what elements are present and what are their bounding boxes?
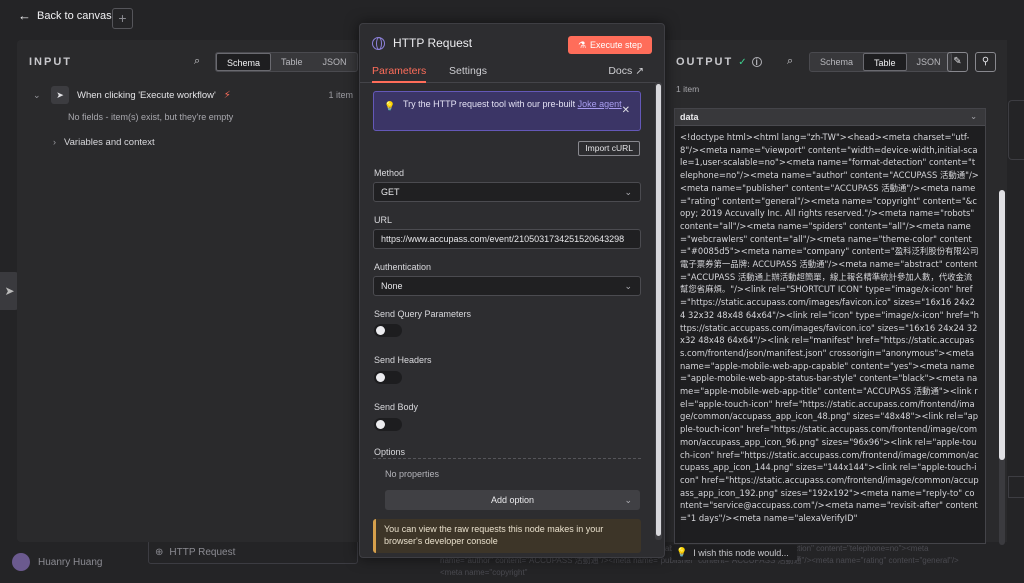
- authentication-value: None: [381, 281, 403, 291]
- globe-icon: ⊕: [155, 546, 164, 558]
- lightning-icon: ⚡: [223, 89, 231, 101]
- send-body-toggle[interactable]: [374, 418, 402, 431]
- user-name: Huanry Huang: [38, 556, 103, 568]
- add-option-button[interactable]: Add option ⌄: [385, 490, 640, 510]
- variables-context-label: Variables and context: [64, 137, 155, 148]
- trigger-item-count: 1 item: [328, 90, 353, 100]
- url-label: URL: [374, 215, 393, 225]
- info-icon[interactable]: i: [751, 57, 762, 67]
- docs-label: Docs: [608, 65, 633, 77]
- edit-output-icon[interactable]: ✎: [947, 52, 968, 72]
- node-tabs: Parameters Settings Docs ↗: [360, 63, 656, 83]
- output-view-json[interactable]: JSON: [907, 53, 951, 71]
- canvas-side-control: [1008, 100, 1024, 160]
- url-input[interactable]: https://www.accupass.com/event/210503173…: [373, 229, 641, 249]
- docs-link[interactable]: Docs ↗: [608, 65, 644, 77]
- method-value: GET: [381, 187, 400, 197]
- avatar: [12, 553, 30, 571]
- import-curl-button[interactable]: Import cURL: [578, 141, 640, 156]
- tab-parameters[interactable]: Parameters: [372, 65, 427, 83]
- chevron-down-icon: ⌄: [624, 495, 632, 505]
- output-search-icon[interactable]: ⌕: [787, 55, 793, 68]
- developer-console-hint: You can view the raw requests this node …: [373, 519, 641, 553]
- send-headers-label: Send Headers: [374, 355, 432, 365]
- node-header: HTTP Request: [372, 36, 472, 50]
- input-view-schema[interactable]: Schema: [216, 53, 272, 71]
- execute-step-button[interactable]: ⚗ Execute step: [568, 36, 652, 54]
- table-cell-data[interactable]: <!doctype html><html lang="zh-TW"><head>…: [675, 126, 985, 543]
- output-scrollbar[interactable]: [999, 190, 1005, 545]
- sort-icon[interactable]: ⌄: [970, 109, 977, 125]
- method-label: Method: [374, 168, 405, 178]
- globe-icon: [372, 36, 385, 50]
- chevron-down-icon: ⌄: [624, 281, 632, 291]
- flask-icon: ⚗: [577, 39, 587, 50]
- column-header-label: data: [680, 112, 699, 122]
- output-item-count: 1 item: [676, 84, 700, 94]
- authentication-label: Authentication: [374, 262, 432, 272]
- node-title[interactable]: HTTP Request: [393, 36, 472, 50]
- input-view-json[interactable]: JSON: [313, 53, 357, 71]
- tab-settings[interactable]: Settings: [449, 65, 487, 77]
- canvas-node-http-request[interactable]: ⊕ HTTP Request: [148, 540, 358, 564]
- trigger-node-row[interactable]: ⌄ ➤ When clicking 'Execute workflow' ⚡ 1…: [33, 86, 353, 104]
- no-properties-text: No properties: [385, 469, 440, 479]
- output-title: OUTPUT: [676, 56, 734, 68]
- notice-text: Try the HTTP request tool with our pre-b…: [403, 99, 578, 109]
- lightbulb-icon: 💡: [384, 101, 396, 111]
- lightbulb-icon: 💡: [676, 547, 688, 557]
- external-link-icon: ↗: [635, 65, 644, 77]
- options-divider: [373, 458, 641, 459]
- input-pane: INPUT ⌕ Schema Table JSON ⌄ ➤ When click…: [17, 40, 359, 542]
- method-select[interactable]: GET ⌄: [373, 182, 641, 202]
- send-headers-toggle[interactable]: [374, 371, 402, 384]
- joke-agent-link[interactable]: Joke agent: [578, 99, 622, 109]
- output-data-table: data ⌄ <!doctype html><html lang="zh-TW"…: [674, 108, 986, 544]
- canvas-node-label: HTTP Request: [169, 546, 236, 558]
- no-fields-message: No fields - item(s) exist, but they're e…: [68, 112, 234, 122]
- send-query-label: Send Query Parameters: [374, 309, 472, 319]
- chevron-right-icon: ›: [53, 137, 56, 147]
- add-option-label: Add option: [490, 495, 535, 505]
- chevron-down-icon: ⌄: [624, 187, 632, 197]
- search-icon[interactable]: ⌕: [194, 55, 200, 68]
- feedback-label: I wish this node would...: [693, 547, 789, 558]
- output-header: OUTPUT ✓ i: [676, 56, 762, 68]
- node-settings-panel: HTTP Request ⚗ Execute step Parameters S…: [359, 23, 665, 558]
- table-column-header[interactable]: data ⌄: [675, 109, 985, 126]
- pin-data-icon[interactable]: ⚲: [975, 52, 996, 72]
- success-check-icon: ✓: [738, 56, 747, 68]
- output-view-schema[interactable]: Schema: [810, 53, 863, 71]
- canvas-side-control-2: [1008, 476, 1024, 498]
- joke-agent-notice: 💡 Try the HTTP request tool with our pre…: [373, 91, 641, 131]
- trigger-node-label: When clicking 'Execute workflow': [77, 89, 216, 101]
- output-view-table[interactable]: Table: [863, 53, 907, 71]
- send-body-label: Send Body: [374, 402, 419, 412]
- chevron-down-icon[interactable]: ⌄: [33, 90, 43, 101]
- output-pane: OUTPUT ✓ i ⌕ Schema Table JSON ✎ ⚲ 1 ite…: [665, 40, 1007, 545]
- feedback-link[interactable]: 💡 I wish this node would...: [672, 545, 797, 560]
- user-profile[interactable]: Huanry Huang: [12, 553, 102, 571]
- authentication-select[interactable]: None ⌄: [373, 276, 641, 296]
- output-view-switch: Schema Table JSON: [809, 52, 952, 72]
- arrow-left-icon: ←: [18, 8, 31, 23]
- input-title: INPUT: [29, 56, 72, 68]
- close-icon[interactable]: ✕: [622, 105, 630, 117]
- panel-scrollbar[interactable]: [655, 82, 662, 540]
- input-view-table[interactable]: Table: [271, 53, 313, 71]
- send-query-toggle[interactable]: [374, 324, 402, 337]
- execute-step-label: Execute step: [590, 40, 643, 50]
- back-to-canvas-link[interactable]: ← Back to canvas: [18, 8, 112, 23]
- cursor-icon: ➤: [51, 86, 69, 104]
- variables-context-row[interactable]: › Variables and context: [53, 137, 155, 148]
- back-to-canvas-label: Back to canvas: [37, 9, 112, 22]
- options-label: Options: [374, 447, 406, 457]
- add-node-button[interactable]: +: [112, 8, 133, 29]
- input-view-switch: Schema Table JSON: [215, 52, 358, 72]
